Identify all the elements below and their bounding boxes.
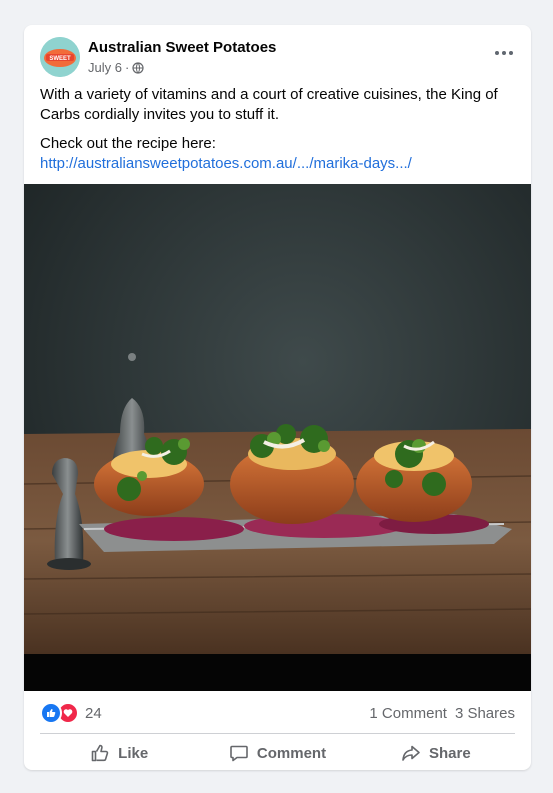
post-photo[interactable] [24, 184, 531, 691]
post-header: SWEET Australian Sweet Potatoes July 6 · [40, 37, 519, 79]
stuffed-sweet-potatoes-image [24, 184, 531, 691]
post-text: With a variety of vitamins and a court o… [40, 85, 518, 174]
post-card: SWEET Australian Sweet Potatoes July 6 ·… [24, 25, 531, 770]
divider [40, 733, 515, 734]
dot [509, 51, 513, 55]
like-label: Like [118, 744, 149, 762]
share-label: Share [428, 744, 471, 762]
post-paragraph: Check out the recipe here: [40, 135, 216, 152]
comment-count[interactable]: 1 Comment [369, 705, 447, 722]
share-icon [402, 745, 420, 761]
reaction-summary[interactable]: 24 [40, 702, 102, 724]
globe-icon [132, 62, 144, 74]
brand-logo-icon: SWEET [40, 37, 80, 77]
recipe-link[interactable]: http://australiansweetpotatoes.com.au/..… [40, 155, 412, 172]
post-date[interactable]: July 6 [88, 60, 122, 76]
thumbs-up-icon [91, 744, 109, 762]
author-name[interactable]: Australian Sweet Potatoes [88, 39, 276, 57]
more-options-button[interactable] [489, 41, 519, 65]
action-bar: Like Comment Share [40, 737, 515, 769]
reaction-count: 24 [85, 704, 102, 722]
engagement-counts: 1 Comment 3 Shares [369, 705, 515, 722]
like-button[interactable]: Like [40, 737, 198, 769]
like-icon [40, 702, 62, 724]
share-count[interactable]: 3 Shares [455, 705, 515, 722]
meta-separator: · [124, 60, 130, 75]
post-paragraph: With a variety of vitamins and a court o… [40, 86, 498, 123]
post-stats: 24 1 Comment 3 Shares [40, 702, 515, 724]
share-button[interactable]: Share [357, 737, 515, 769]
svg-text:SWEET: SWEET [49, 56, 71, 62]
comment-icon [230, 745, 248, 762]
dot [502, 51, 506, 55]
dot [495, 51, 499, 55]
avatar[interactable]: SWEET [40, 37, 80, 77]
comment-label: Comment [256, 744, 327, 762]
post-meta: July 6 · [88, 60, 144, 76]
comment-button[interactable]: Comment [198, 737, 356, 769]
